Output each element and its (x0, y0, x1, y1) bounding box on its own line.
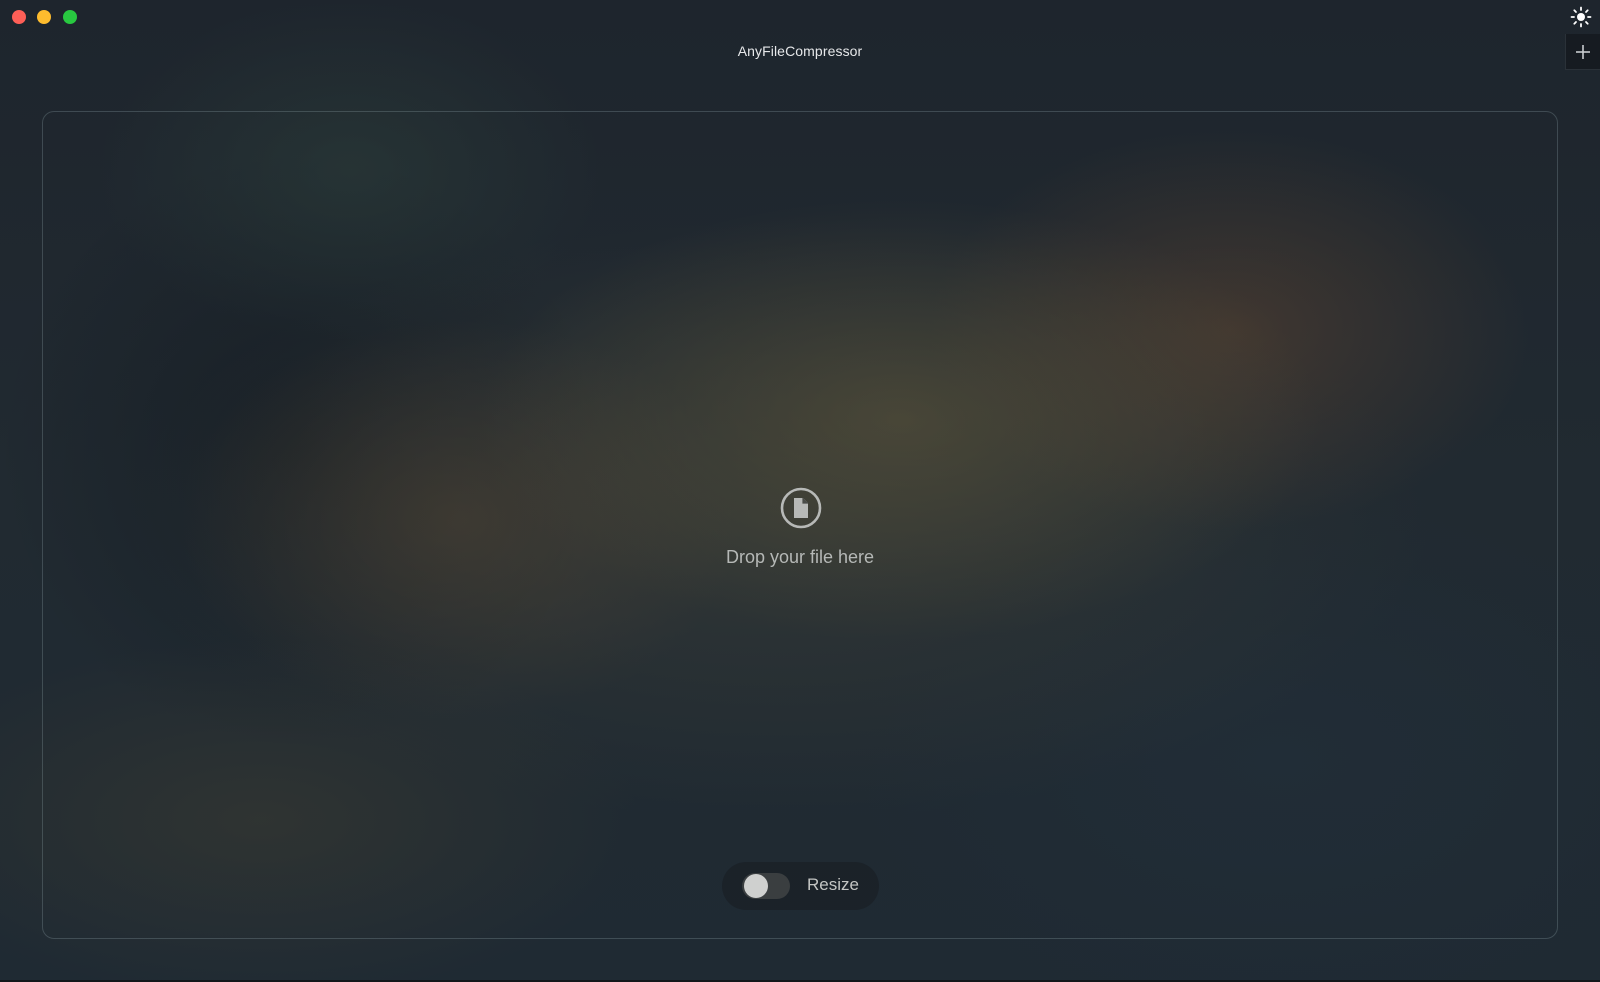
file-icon (780, 487, 822, 529)
close-window-button[interactable] (12, 10, 26, 24)
resize-toggle[interactable]: Resize (722, 862, 879, 910)
resize-label: Resize (807, 875, 859, 894)
theme-toggle-button[interactable] (1570, 6, 1592, 28)
plus-icon (1576, 45, 1590, 59)
resize-switch[interactable] (742, 873, 790, 899)
drop-prompt: Drop your file here (725, 547, 875, 567)
app-title: AnyFileCompressor (737, 43, 863, 59)
maximize-window-button[interactable] (63, 10, 77, 24)
resize-switch-thumb[interactable] (744, 874, 768, 898)
sun-icon (1570, 6, 1592, 28)
title-bar: AnyFileCompressor (0, 0, 1600, 80)
add-file-button[interactable] (1565, 34, 1600, 70)
app-window: AnyFileCompressor Drop your file here Re… (0, 0, 1600, 982)
minimize-window-button[interactable] (37, 10, 51, 24)
